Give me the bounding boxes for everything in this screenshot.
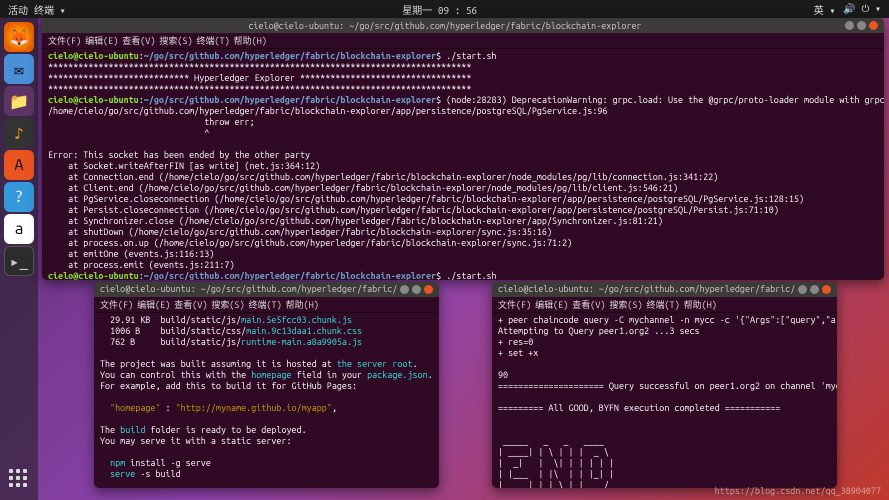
input-lang[interactable]: 英 ▾ <box>814 2 836 17</box>
firefox-icon[interactable]: 🦊 <box>4 22 34 52</box>
menu-view[interactable]: 查看(V) <box>572 298 605 311</box>
activities-button[interactable]: 活动 <box>8 2 28 17</box>
app-menu-terminal[interactable]: 终端 ▾ <box>34 2 66 17</box>
system-status-icons[interactable]: 🔊 ⏻ ▾ <box>843 3 881 15</box>
minimize-button[interactable] <box>845 21 854 30</box>
terminal-window-network: cielo@cielo-ubuntu: ~/go/src/github.com/… <box>492 282 837 488</box>
menu-file[interactable]: 文件(F) <box>498 298 531 311</box>
maximize-button[interactable] <box>857 21 866 30</box>
menu-terminal[interactable]: 终端(T) <box>197 34 230 47</box>
menu-edit[interactable]: 编辑(E) <box>85 34 118 47</box>
amazon-icon[interactable]: a <box>4 214 34 244</box>
menu-search[interactable]: 搜索(S) <box>159 34 192 47</box>
show-applications-button[interactable] <box>4 464 34 494</box>
menu-help[interactable]: 帮助(H) <box>286 298 319 311</box>
menu-view[interactable]: 查看(V) <box>122 34 155 47</box>
menu-terminal[interactable]: 终端(T) <box>647 298 680 311</box>
terminal-output[interactable]: + peer chaincode query -C mychannel -n m… <box>492 313 837 488</box>
close-button[interactable] <box>869 21 878 30</box>
menu-search[interactable]: 搜索(S) <box>211 298 244 311</box>
menu-view[interactable]: 查看(V) <box>174 298 207 311</box>
help-icon[interactable]: ? <box>4 182 34 212</box>
menu-terminal[interactable]: 终端(T) <box>249 298 282 311</box>
terminal-window-main: cielo@cielo-ubuntu: ~/go/src/github.com/… <box>42 18 884 280</box>
menu-help[interactable]: 帮助(H) <box>684 298 717 311</box>
menu-search[interactable]: 搜索(S) <box>609 298 642 311</box>
menu-help[interactable]: 帮助(H) <box>234 34 267 47</box>
files-icon[interactable]: 📁 <box>4 86 34 116</box>
watermark: https://blog.csdn.net/qq_38904077 <box>715 486 881 496</box>
terminal-output[interactable]: 29.91 KB build/static/js/main.5e5fcc03.c… <box>94 313 439 488</box>
ubuntu-software-icon[interactable]: A <box>4 150 34 180</box>
window-title: cielo@cielo-ubuntu: ~/go/src/github.com/… <box>498 284 795 295</box>
maximize-button[interactable] <box>412 285 421 294</box>
close-button[interactable] <box>822 285 831 294</box>
terminal-window-client: cielo@cielo-ubuntu: ~/go/src/github.com/… <box>94 282 439 488</box>
menu-file[interactable]: 文件(F) <box>48 34 81 47</box>
dock: 🦊 ✉ 📁 ♪ A ? a ▸_ <box>0 18 38 500</box>
titlebar[interactable]: cielo@cielo-ubuntu: ~/go/src/github.com/… <box>42 18 884 33</box>
system-top-bar: 活动 终端 ▾ 星期一 09 : 56 英 ▾ 🔊 ⏻ ▾ <box>0 0 889 18</box>
menu-file[interactable]: 文件(F) <box>100 298 133 311</box>
titlebar[interactable]: cielo@cielo-ubuntu: ~/go/src/github.com/… <box>94 282 439 297</box>
minimize-button[interactable] <box>400 285 409 294</box>
maximize-button[interactable] <box>810 285 819 294</box>
thunderbird-icon[interactable]: ✉ <box>4 54 34 84</box>
close-button[interactable] <box>424 285 433 294</box>
rhythmbox-icon[interactable]: ♪ <box>4 118 34 148</box>
menubar: 文件(F) 编辑(E) 查看(V) 搜索(S) 终端(T) 帮助(H) <box>492 297 837 313</box>
clock[interactable]: 星期一 09 : 56 <box>66 2 814 17</box>
menubar: 文件(F) 编辑(E) 查看(V) 搜索(S) 终端(T) 帮助(H) <box>42 33 884 49</box>
menubar: 文件(F) 编辑(E) 查看(V) 搜索(S) 终端(T) 帮助(H) <box>94 297 439 313</box>
menu-edit[interactable]: 编辑(E) <box>535 298 568 311</box>
terminal-icon[interactable]: ▸_ <box>4 246 34 276</box>
window-title: cielo@cielo-ubuntu: ~/go/src/github.com/… <box>100 284 397 295</box>
menu-edit[interactable]: 编辑(E) <box>137 298 170 311</box>
minimize-button[interactable] <box>798 285 807 294</box>
window-title: cielo@cielo-ubuntu: ~/go/src/github.com/… <box>48 21 842 31</box>
terminal-output[interactable]: cielo@cielo-ubuntu:~/go/src/github.com/h… <box>42 49 884 280</box>
titlebar[interactable]: cielo@cielo-ubuntu: ~/go/src/github.com/… <box>492 282 837 297</box>
